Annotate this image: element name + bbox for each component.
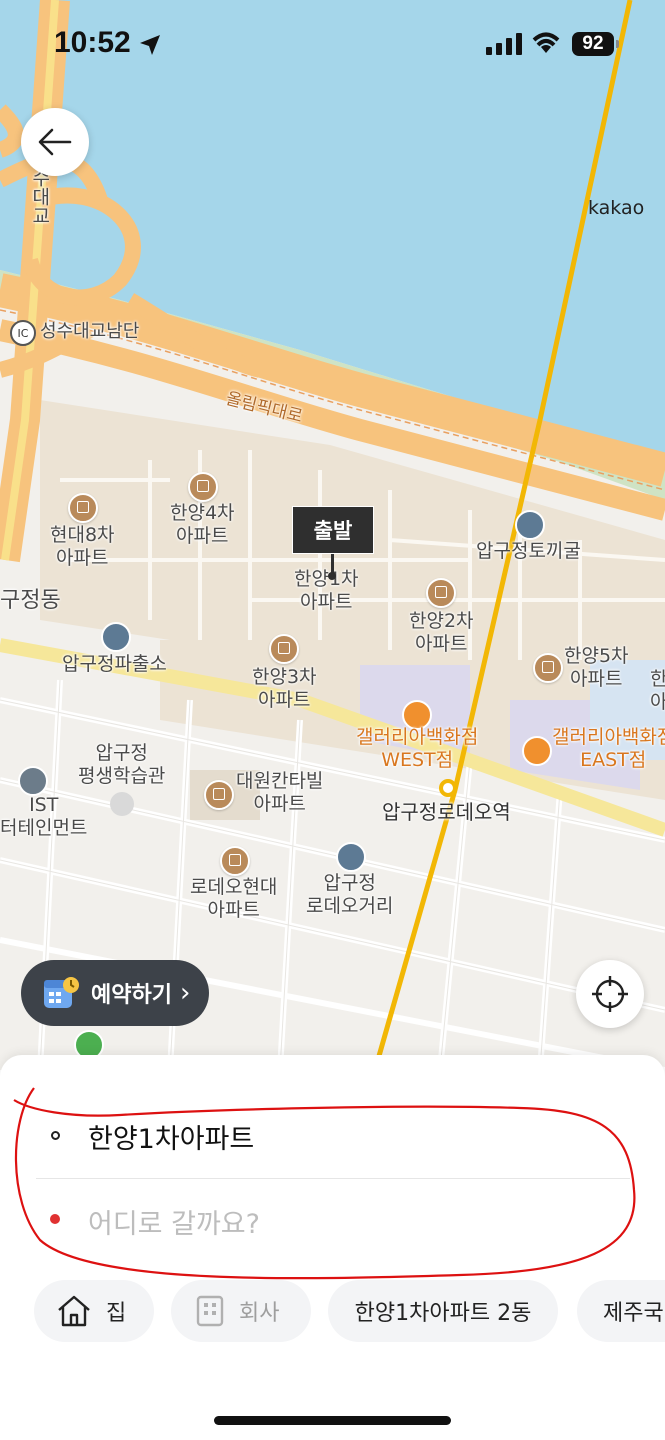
map-label-rodeo-hyundai[interactable]: 로데오현대 아파트 [190, 876, 277, 922]
map-attribution: kakao [588, 197, 645, 219]
start-marker-dot [328, 572, 336, 580]
map-label-rodeo-station[interactable]: 압구정로데오역 [382, 800, 511, 824]
map-label-daewon[interactable]: 대원칸타빌 아파트 [236, 770, 323, 816]
map-label-hanyang2[interactable]: 한양2차 아파트 [409, 610, 474, 656]
ic-badge-text: IC [17, 326, 29, 340]
music-icon [18, 766, 48, 796]
map-label-bridge: 수대교 [28, 168, 51, 225]
location-arrow-icon [140, 35, 160, 55]
map-label-tokkigul[interactable]: 압구정토끼굴 [476, 540, 581, 563]
map-label-apgujeong-dong: 구정동 [0, 588, 61, 613]
shortcut-label-office: 회사 [239, 1301, 280, 1326]
battery-level: 92 [582, 33, 604, 54]
current-location-button[interactable] [576, 960, 644, 1028]
map-label-learning-center[interactable]: 압구정 평생학습관 [78, 742, 165, 788]
battery-icon: 92 [572, 32, 614, 56]
shortcut-label-favorite: 한양1차아파트 2동 [354, 1301, 532, 1326]
apartment-icon [68, 493, 98, 523]
police-icon [101, 622, 131, 652]
apartment-icon [188, 472, 218, 502]
reserve-button-label: 예약하기 [91, 983, 172, 1008]
annotation-circle [13, 1087, 636, 1280]
flag-icon [336, 842, 366, 872]
flag-icon [515, 510, 545, 540]
map-label-rodeo-street[interactable]: 압구정 로데오거리 [306, 872, 393, 918]
calendar-clock-icon [44, 977, 79, 1008]
map-label-ic: 성수대교남단 [40, 321, 140, 342]
map-view[interactable]: 수대교 IC 성수대교남단 올림픽대로 kakao 현대8차 아파트 한양4차 … [0, 0, 665, 1070]
shortcut-chip-favorite[interactable]: 한양1차아파트 2동 [328, 1280, 558, 1342]
status-time: 10:52 [54, 26, 131, 59]
crosshair-icon [592, 976, 628, 1012]
map-label-galleria-east[interactable]: 갤러리아백화점 EAST점 [552, 726, 665, 772]
apartment-icon [204, 780, 234, 810]
shopping-icon [522, 736, 552, 766]
map-label-galleria-west[interactable]: 갤러리아백화점 WEST점 [356, 726, 478, 772]
shortcut-label-home: 집 [106, 1301, 127, 1326]
wifi-icon [532, 32, 560, 53]
start-marker[interactable]: 출발 [292, 506, 374, 554]
map-label-hanyang5[interactable]: 한양5차 아파트 [564, 645, 629, 691]
apartment-icon [269, 634, 299, 664]
home-icon [58, 1295, 90, 1327]
battery-cap [616, 40, 619, 48]
ic-badge: IC [10, 320, 36, 346]
status-bar: 10:52 92 [0, 0, 665, 90]
home-indicator [214, 1416, 451, 1425]
signal-icon [486, 33, 522, 55]
shortcut-chip-home[interactable]: 집 [34, 1280, 154, 1342]
map-label-police[interactable]: 압구정파출소 [62, 653, 167, 676]
bus-stop-icon [110, 792, 134, 816]
apartment-icon [426, 578, 456, 608]
back-button[interactable] [21, 108, 89, 176]
map-label-hanyang1[interactable]: 한양1차 아파트 [294, 568, 359, 614]
map-label-hyundai8[interactable]: 현대8차 아파트 [50, 524, 115, 570]
map-label-ist[interactable]: IST 터테인먼트 [0, 794, 87, 840]
map-label-hanyang4[interactable]: 한양4차 아파트 [170, 502, 235, 548]
apartment-icon [220, 846, 250, 876]
shortcut-chip-office[interactable]: 회사 [171, 1280, 311, 1342]
office-icon [196, 1295, 224, 1327]
reserve-button[interactable]: 예약하기 › [21, 960, 209, 1026]
map-label-edge: 한 아 [650, 668, 665, 713]
apartment-icon [533, 653, 563, 683]
start-marker-label: 출발 [313, 519, 353, 543]
shortcut-label-jeju: 제주국 [603, 1301, 664, 1326]
chevron-right-icon: › [179, 978, 191, 1008]
map-label-hanyang3[interactable]: 한양3차 아파트 [252, 666, 317, 712]
shortcut-chip-jeju[interactable]: 제주국 [577, 1280, 665, 1342]
arrow-left-icon [38, 128, 72, 156]
